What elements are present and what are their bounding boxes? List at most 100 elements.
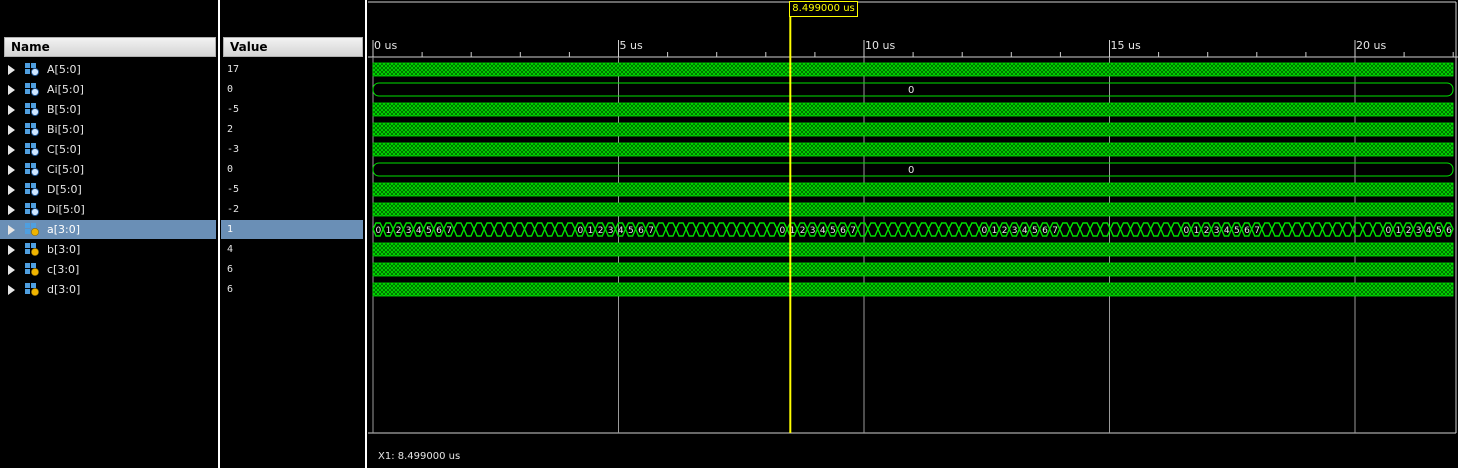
counter-label: 2 — [800, 226, 806, 236]
expand-arrow-icon[interactable] — [8, 125, 15, 135]
counter-label: 6 — [1446, 226, 1452, 236]
expand-arrow-icon[interactable] — [8, 185, 15, 195]
expand-arrow-icon[interactable] — [8, 265, 15, 275]
time-tick-label: 0 us — [374, 39, 397, 52]
counter-label: 5 — [1234, 226, 1240, 236]
expand-arrow-icon[interactable] — [8, 105, 15, 115]
expand-arrow-icon[interactable] — [8, 165, 15, 175]
value-pane: Value 17 0 -5 2 -3 0 -5 -2 1 4 6 6 — [221, 0, 365, 468]
signal-row[interactable]: C[5:0] — [0, 140, 216, 159]
counter-segment — [533, 222, 546, 237]
counter-segment — [1291, 222, 1303, 237]
counter-segment — [513, 222, 526, 237]
expand-arrow-icon[interactable] — [8, 205, 15, 215]
counter-segment — [725, 222, 738, 237]
counter-segment — [968, 222, 980, 237]
expand-arrow-icon[interactable] — [8, 285, 15, 295]
counter-segment — [1089, 222, 1101, 237]
counter-segment — [917, 222, 930, 237]
value-row[interactable]: 6 — [221, 280, 363, 299]
pane-divider[interactable] — [365, 0, 367, 468]
signal-row[interactable]: Bi[5:0] — [0, 120, 216, 139]
input-bus-icon — [25, 243, 39, 256]
counter-label: 1 — [1194, 226, 1200, 236]
expand-arrow-icon[interactable] — [8, 245, 15, 255]
value-row[interactable]: 2 — [221, 120, 363, 139]
counter-segment — [675, 222, 687, 237]
name-column-header[interactable]: Name — [4, 37, 216, 57]
counter-segment — [947, 222, 960, 237]
counter-label: 7 — [1052, 226, 1058, 236]
time-tick-label: 10 us — [865, 39, 895, 52]
value-row[interactable]: -5 — [221, 100, 363, 119]
counter-label: 4 — [820, 226, 826, 236]
counter-label: 6 — [840, 226, 846, 236]
counter-label: 3 — [1012, 226, 1018, 236]
counter-segment — [554, 222, 566, 237]
counter-segment — [665, 222, 677, 237]
counter-segment — [766, 222, 778, 237]
name-pane: Name A[5:0] Ai[5:0] B[5:0] Bi[5:0] C[5:0] Ci[… — [0, 0, 218, 468]
counter-segment — [715, 222, 728, 237]
bus-signal-icon — [25, 183, 40, 196]
value-row[interactable]: 0 — [221, 80, 363, 99]
value-row[interactable]: 17 — [221, 60, 363, 79]
counter-segment — [473, 222, 485, 237]
value-row[interactable]: -2 — [221, 200, 363, 219]
counter-label: 5 — [628, 226, 634, 236]
counter-segment — [1119, 222, 1132, 237]
counter-segment — [1059, 222, 1071, 237]
signal-row[interactable]: D[5:0] — [0, 180, 216, 199]
bus-waveform-dense — [372, 282, 1454, 297]
signal-row[interactable]: d[3:0] — [0, 280, 216, 299]
counter-label: 3 — [406, 226, 412, 236]
counter-segment — [1099, 222, 1112, 237]
expand-arrow-icon[interactable] — [8, 85, 15, 95]
signal-row[interactable]: a[3:0] — [0, 220, 216, 239]
signal-value: -5 — [227, 184, 240, 195]
signal-row[interactable]: Di[5:0] — [0, 200, 216, 219]
counter-segment — [705, 222, 718, 237]
counter-segment — [1170, 222, 1182, 237]
value-row[interactable]: -3 — [221, 140, 363, 159]
bus-waveform-dense — [372, 242, 1454, 257]
signal-name: c[3:0] — [47, 263, 80, 276]
counter-segment — [1149, 222, 1162, 237]
counter-label: 7 — [446, 226, 452, 236]
counter-segment — [1321, 222, 1334, 237]
expand-arrow-icon[interactable] — [8, 65, 15, 75]
counter-label: 6 — [1244, 226, 1250, 236]
counter-label: 2 — [1406, 226, 1412, 236]
counter-label: 0 — [1184, 226, 1190, 236]
time-tick-label: 20 us — [1356, 39, 1386, 52]
signal-row[interactable]: Ci[5:0] — [0, 160, 216, 179]
signal-row[interactable]: B[5:0] — [0, 100, 216, 119]
signal-row[interactable]: b[3:0] — [0, 240, 216, 259]
signal-row[interactable]: A[5:0] — [0, 60, 216, 79]
waveform-canvas[interactable]: 0 us 5 us 10 us 15 us 20 us000 1 2 3 4 5 6 7 0 1 2 3 4 5 6… — [368, 0, 1458, 468]
pane-divider[interactable] — [218, 0, 220, 468]
value-row[interactable]: 4 — [221, 240, 363, 259]
counter-segment — [1109, 222, 1122, 237]
value-column-header[interactable]: Value — [223, 37, 363, 57]
waveform-pane[interactable]: 0 us 5 us 10 us 15 us 20 us 0 0 0 1 2 3 4 5 6 7 0 1 2 3 4 5 6… — [368, 0, 1458, 468]
counter-label: 4 — [618, 226, 624, 236]
signal-name: Ai[5:0] — [47, 83, 84, 96]
counter-segment — [463, 222, 475, 237]
counter-segment — [958, 222, 970, 237]
counter-label: 3 — [1416, 226, 1422, 236]
cursor-time-label[interactable]: 8.499000 us — [789, 1, 858, 17]
counter-segment — [493, 222, 506, 237]
counter-segment — [523, 222, 536, 237]
expand-arrow-icon[interactable] — [8, 225, 15, 235]
value-row[interactable]: 1 — [221, 220, 363, 239]
counter-segment — [1271, 222, 1283, 237]
signal-row[interactable]: Ai[5:0] — [0, 80, 216, 99]
bus-waveform-dense — [372, 202, 1454, 217]
value-row[interactable]: 6 — [221, 260, 363, 279]
value-row[interactable]: -5 — [221, 180, 363, 199]
signal-row[interactable]: c[3:0] — [0, 260, 216, 279]
expand-arrow-icon[interactable] — [8, 145, 15, 155]
counter-segment — [543, 222, 556, 237]
value-row[interactable]: 0 — [221, 160, 363, 179]
